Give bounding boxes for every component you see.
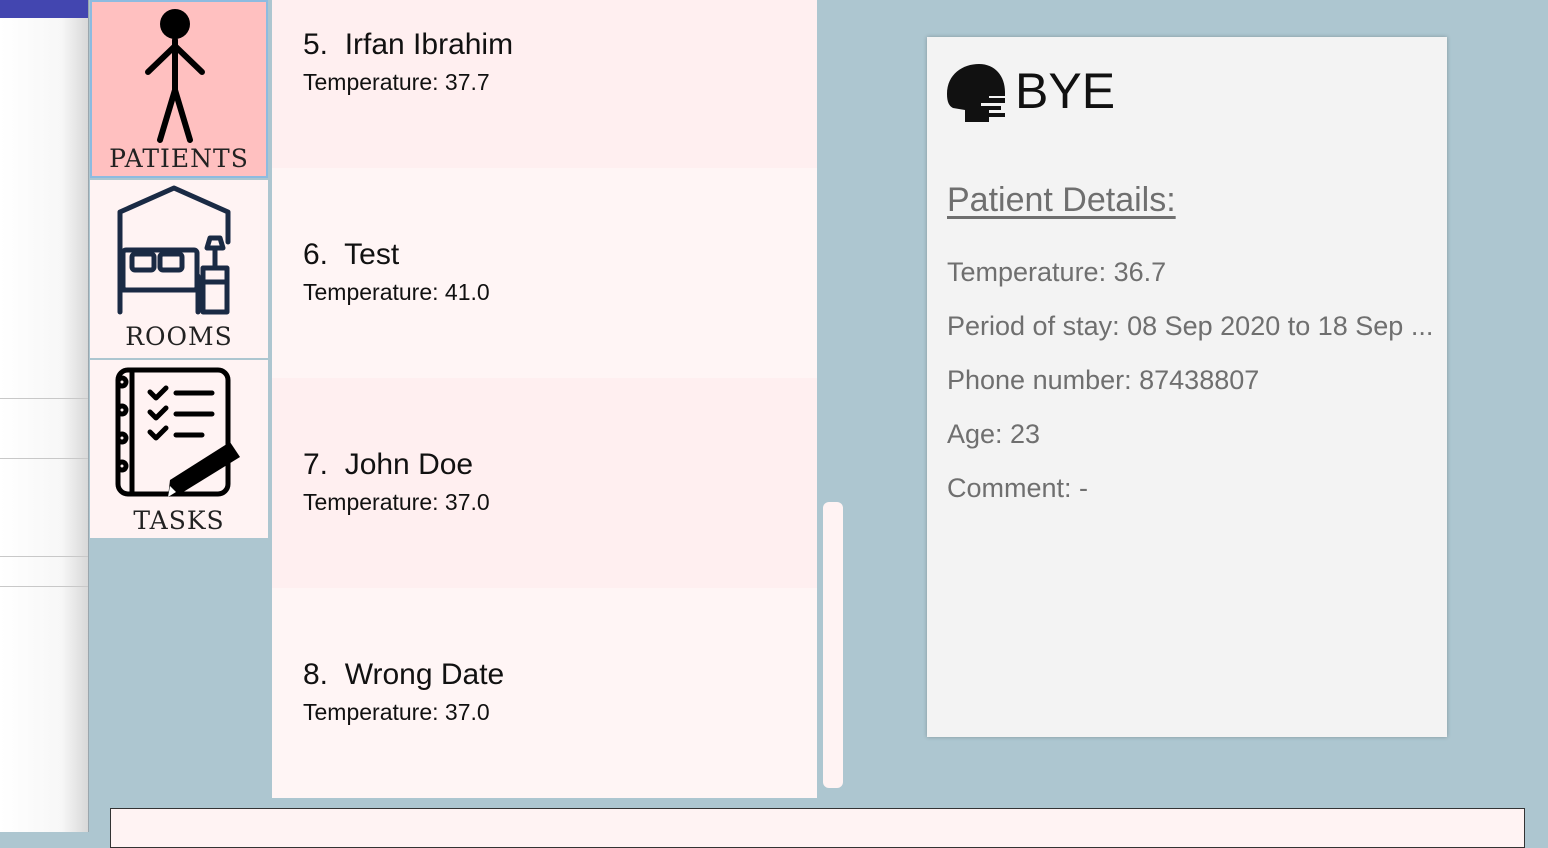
patient-temperature: Temperature: 37.0 bbox=[303, 699, 490, 725]
nav-patients-label: PATIENTS bbox=[109, 144, 249, 173]
patient-details-panel: BYE Patient Details: Temperature: 36.7 P… bbox=[927, 37, 1447, 737]
background-window-titlebar bbox=[0, 0, 88, 18]
details-title: BYE bbox=[1015, 63, 1116, 119]
command-input[interactable] bbox=[110, 808, 1525, 848]
patient-name: 6. Test bbox=[303, 238, 400, 271]
nav-rooms-button[interactable]: ROOMS bbox=[90, 180, 268, 358]
details-phone-number: Phone number: 87438807 bbox=[947, 365, 1260, 395]
divider bbox=[0, 556, 88, 557]
patient-card[interactable]: 6. Test Temperature: 41.0 bbox=[272, 168, 817, 378]
bed-room-icon bbox=[117, 185, 231, 315]
details-age: Age: 23 bbox=[947, 419, 1041, 449]
task-notebook-icon bbox=[115, 367, 240, 497]
patient-card[interactable]: 8. Wrong Date Temperature: 37.0 bbox=[272, 588, 817, 798]
patient-name: 8. Wrong Date bbox=[303, 658, 505, 691]
nav-rooms-label: ROOMS bbox=[125, 322, 233, 351]
patient-name: 5. Irfan Ibrahim bbox=[303, 28, 514, 61]
details-period-of-stay: Period of stay: 08 Sep 2020 to 18 Sep ..… bbox=[947, 311, 1434, 341]
patient-temperature: Temperature: 37.0 bbox=[303, 489, 490, 515]
patient-temperature: Temperature: 41.0 bbox=[303, 279, 490, 305]
divider bbox=[0, 398, 88, 399]
details-comment: Comment: - bbox=[947, 473, 1089, 503]
list-scrollbar[interactable] bbox=[823, 502, 843, 788]
patient-name: 7. John Doe bbox=[303, 448, 474, 481]
background-window bbox=[0, 0, 89, 832]
patient-card[interactable]: 5. Irfan Ibrahim Temperature: 37.7 bbox=[272, 0, 817, 168]
nav-patients-button[interactable]: PATIENTS bbox=[90, 0, 268, 178]
divider bbox=[0, 586, 88, 587]
person-icon bbox=[145, 9, 205, 143]
nav-tasks-button[interactable]: TASKS bbox=[90, 360, 268, 538]
patient-profile-icon bbox=[947, 64, 1005, 122]
details-heading: Patient Details: bbox=[947, 181, 1176, 219]
patient-card[interactable]: 7. John Doe Temperature: 37.0 bbox=[272, 378, 817, 588]
patient-list[interactable]: 5. Irfan Ibrahim Temperature: 37.7 6. Te… bbox=[272, 0, 817, 798]
patient-temperature: Temperature: 37.7 bbox=[303, 69, 490, 95]
divider bbox=[0, 458, 88, 459]
nav-tasks-label: TASKS bbox=[133, 506, 225, 535]
details-temperature: Temperature: 36.7 bbox=[947, 257, 1167, 287]
